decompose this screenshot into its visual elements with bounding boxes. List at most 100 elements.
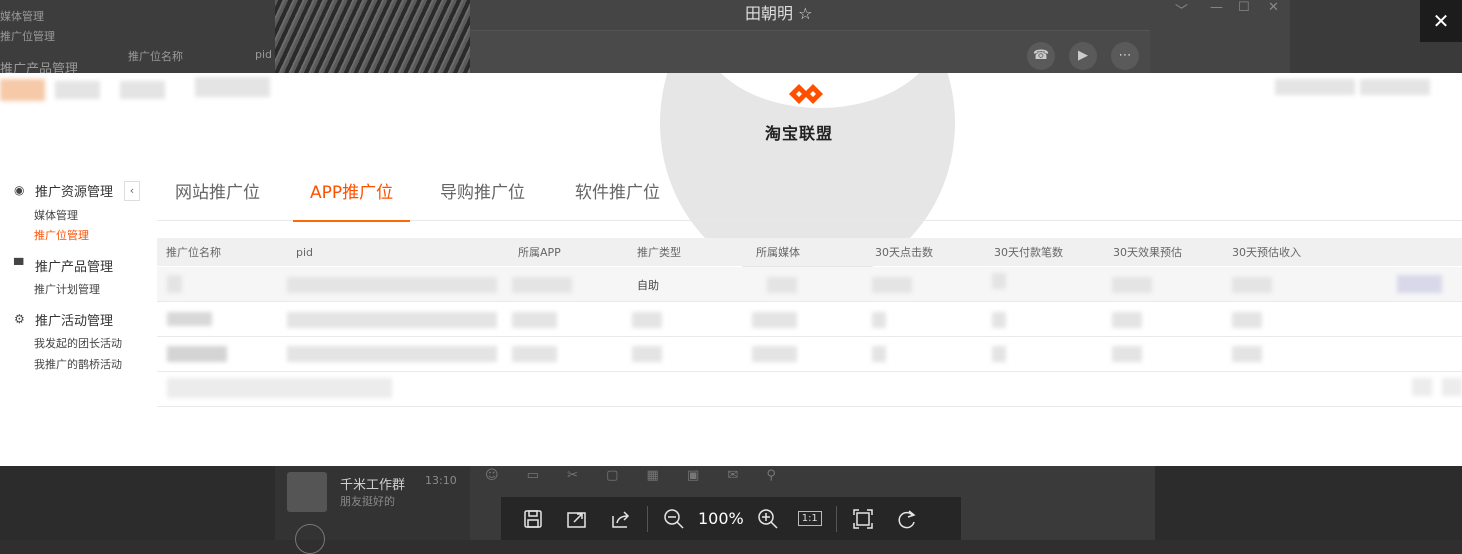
rotate-button[interactable] [889,504,925,534]
sidebar-group-products[interactable]: ▀ 推广产品管理 [14,256,113,276]
blurred-region [872,312,886,328]
blurred-region [512,346,557,362]
sidebar-item-adzone[interactable]: 推广位管理 [34,227,89,243]
blurred-region [1442,378,1462,396]
tab-bar: 网站推广位 APP推广位 导购推广位 软件推广位 [157,178,1462,222]
blurred-region [512,277,572,293]
blurred-region [1232,277,1272,293]
fit-window-button[interactable] [845,504,881,534]
blurred-region [167,275,182,293]
minimize-icon: ﹀ [1175,4,1189,19]
more-icon: ⋯ [1111,42,1139,70]
column-header: 30天付款笔数 [994,246,1063,259]
activity-icon: ⚙ [14,312,25,326]
sidebar-group-label: 推广资源管理 [35,185,114,200]
blurred-region [1232,346,1262,362]
share-icon [612,510,630,528]
table-row[interactable]: 自助 [157,267,1462,302]
blurred-region [287,312,497,328]
actual-size-button[interactable]: 1:1 [792,504,828,534]
phone-icon: ☎ [1027,42,1055,70]
blurred-region [1275,79,1355,95]
blurred-region [632,346,662,362]
sidebar-collapse-button[interactable]: ‹ [124,181,140,201]
viewed-image: 淘宝联盟 ◉ 推广资源管理 媒体管理 推广位管理 ▀ 推广产品管理 推广计划管理… [0,73,1462,466]
sidebar-item-plan[interactable]: 推广计划管理 [34,281,100,297]
maximize-icon: ☐ [1238,0,1250,15]
rotate-icon [898,509,916,528]
blurred-region [1112,277,1152,293]
blurred-region [1112,312,1142,328]
table-row[interactable] [157,302,1462,337]
background-col-header: 推广位名称 [128,50,183,63]
background-menu-item: 媒体管理 [0,10,44,23]
blurred-region [1412,378,1432,396]
zoom-level: 100% [698,509,744,528]
blurred-region [767,277,797,293]
blurred-region [55,81,100,99]
table-header: 推广位名称 pid 所属APP 推广类型 所属媒体 30天点击数 30天付款笔数… [157,238,1462,266]
blurred-region [195,77,270,97]
tab-website[interactable]: 网站推广位 [175,178,260,220]
column-header: 推广位名称 [166,246,221,259]
column-header: pid [296,246,314,259]
column-header: 30天点击数 [875,246,933,259]
save-button[interactable] [515,504,551,534]
conversation-title: 千米工作群 [340,478,406,493]
background-compose-toolbar: ☺ ▭ ✂ ▢ ▦ ▣ ✉ ⚲ [485,468,788,483]
tab-shopping-guide[interactable]: 导购推广位 [440,178,525,220]
background-right-panel [1290,0,1420,73]
promotion-type: 自助 [637,279,659,292]
table-row[interactable] [157,372,1462,407]
video-icon: ▶ [1069,42,1097,70]
column-header: 推广类型 [637,246,681,259]
blurred-region [1112,346,1142,362]
globe-icon: ◉ [14,183,25,197]
tab-software[interactable]: 软件推广位 [575,178,660,220]
table-row[interactable] [157,337,1462,372]
sidebar-item-bridge-activity[interactable]: 我推广的鹊桥活动 [34,356,122,372]
blurred-region [992,273,1006,289]
background-menu-item: 推广位管理 [0,30,55,43]
blurred-region [992,312,1006,328]
blurred-region [167,312,212,326]
flag-icon: ▀ [14,258,24,272]
sidebar-item-media[interactable]: 媒体管理 [34,207,78,223]
background-col-header: pid [255,48,273,61]
fit-window-icon [853,508,873,529]
avatar [287,472,327,512]
blurred-region [120,81,165,99]
share-button[interactable] [603,504,639,534]
conversation-preview: 朋友挺好的 [340,495,395,508]
background-conversation-item: 千米工作群 朋友挺好的 13:10 [275,466,470,554]
viewer-close-button[interactable]: ✕ [1420,0,1462,42]
close-icon: ✕ [1268,0,1279,15]
tab-app[interactable]: APP推广位 [293,178,411,222]
actual-size-icon: 1:1 [797,511,822,526]
blurred-region [1397,275,1442,293]
sidebar-group-activities[interactable]: ⚙ 推广活动管理 [14,310,113,330]
column-header: 所属媒体 [756,246,800,259]
zoom-in-button[interactable] [750,504,786,534]
blurred-region [0,79,45,101]
taobao-union-logo-icon [789,84,823,104]
sidebar-group-resources[interactable]: ◉ 推广资源管理 [14,181,114,201]
open-external-icon [567,511,586,528]
brand-name: 淘宝联盟 [765,124,834,143]
column-header: 30天预估收入 [1232,246,1301,259]
zoom-out-button[interactable] [656,504,692,534]
minimize-icon: — [1210,0,1223,15]
column-header: 所属APP [518,246,561,259]
avatar [295,524,325,554]
blurred-region [872,346,886,362]
save-icon [524,509,542,528]
sidebar-item-leader-activity[interactable]: 我发起的团长活动 [34,335,122,351]
open-external-button[interactable] [559,504,595,534]
column-header: 30天效果预估 [1113,246,1182,259]
blurred-region [632,312,662,328]
blurred-region [287,277,497,293]
conversation-time: 13:10 [425,474,457,487]
blurred-region [1232,312,1262,328]
blurred-region [512,312,557,328]
viewer-toolbar: 100% 1:1 [501,497,961,540]
